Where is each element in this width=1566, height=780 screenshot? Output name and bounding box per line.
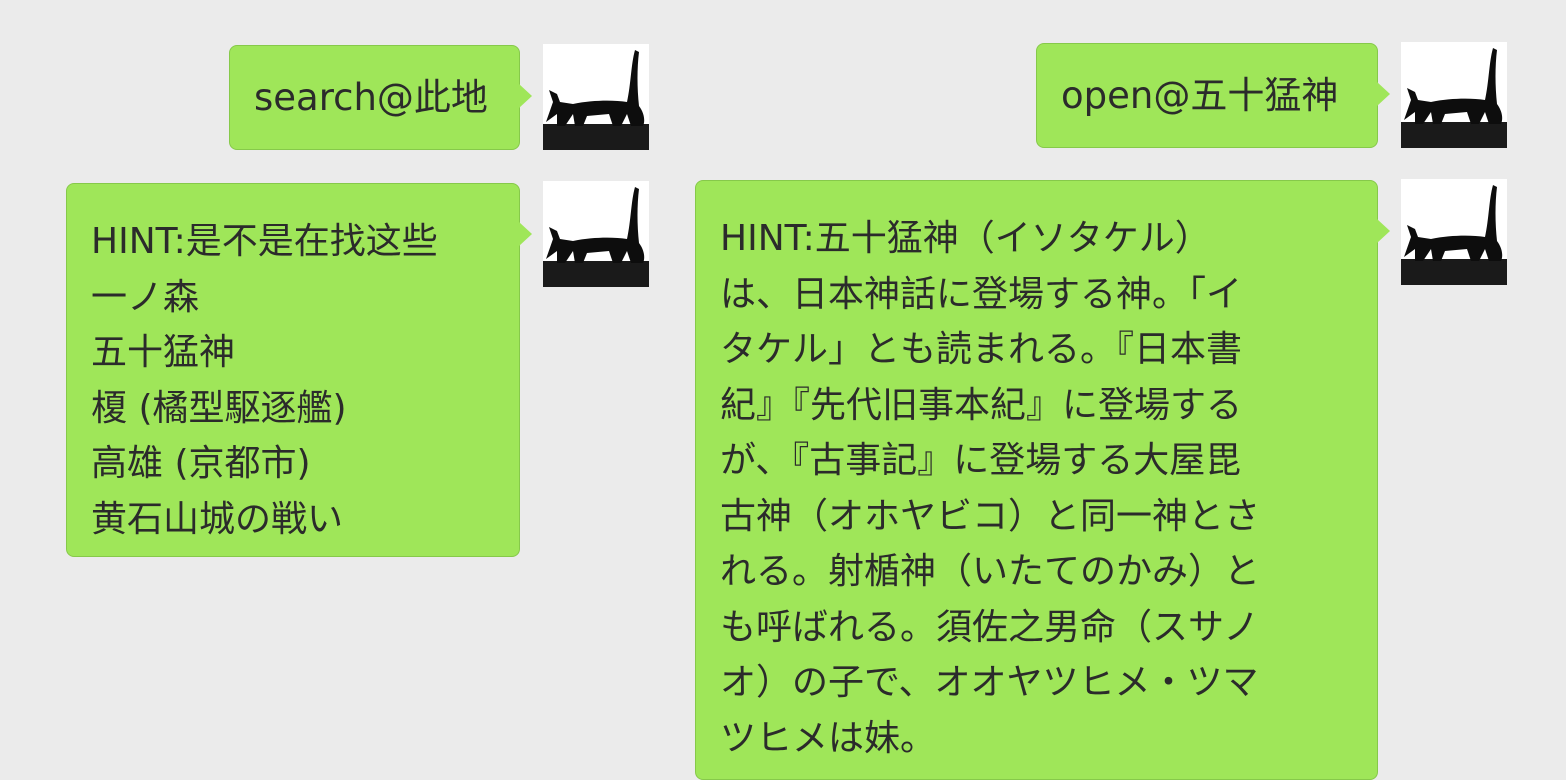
message-line: も呼ばれる。須佐之男命（スサノ xyxy=(720,606,1260,648)
message-line: は、日本神話に登場する神。「イ xyxy=(720,273,1243,315)
message-line: が、『古事記』に登場する大屋毘 xyxy=(720,440,1242,481)
message-line: 高雄 (京都市) xyxy=(91,443,311,484)
avatar[interactable] xyxy=(1401,42,1507,148)
message-bubble-hint-article[interactable]: HINT:五十猛神（イソタケル） は、日本神話に登場する神。「イ タケル」とも読… xyxy=(695,180,1390,780)
message-text: search@此地 xyxy=(254,76,488,119)
message-line: 榎 (橘型駆逐艦) xyxy=(91,387,347,429)
message-line: 古神（オホヤビコ）と同一神とさ xyxy=(720,495,1261,537)
message-line: 紀』『先代旧事本紀』に登場する xyxy=(720,384,1243,426)
avatar[interactable] xyxy=(543,44,649,150)
message-text: open@五十猛神 xyxy=(1061,74,1339,117)
message-line: 五十猛神 xyxy=(91,332,236,373)
message-line: 一ノ森 xyxy=(91,276,200,318)
message-line: HINT:是不是在找这些 xyxy=(91,221,438,262)
black-cat-walking-icon xyxy=(543,181,649,287)
message-bubble-hint-list[interactable]: HINT:是不是在找这些 一ノ森 五十猛神 榎 (橘型駆逐艦) 高雄 (京都市)… xyxy=(66,183,532,557)
message-line: 黄石山城の戦い xyxy=(91,498,344,540)
black-cat-walking-icon xyxy=(1401,179,1507,285)
message-bubble-open[interactable]: open@五十猛神 xyxy=(1036,43,1390,148)
message-line: ツヒメは妹。 xyxy=(720,717,937,759)
message-line: れる。射楯神（いたてのかみ）と xyxy=(720,551,1261,592)
black-cat-walking-icon xyxy=(1401,42,1507,148)
message-line: HINT:五十猛神（イソタケル） xyxy=(720,218,1211,259)
black-cat-walking-icon xyxy=(543,44,649,150)
message-bubble-search[interactable]: search@此地 xyxy=(229,45,532,150)
avatar[interactable] xyxy=(543,181,649,287)
avatar[interactable] xyxy=(1401,179,1507,285)
message-line: タケル」とも読まれる。『日本書 xyxy=(720,329,1243,370)
message-line: オ）の子で、オオヤツヒメ・ツマ xyxy=(720,662,1259,703)
